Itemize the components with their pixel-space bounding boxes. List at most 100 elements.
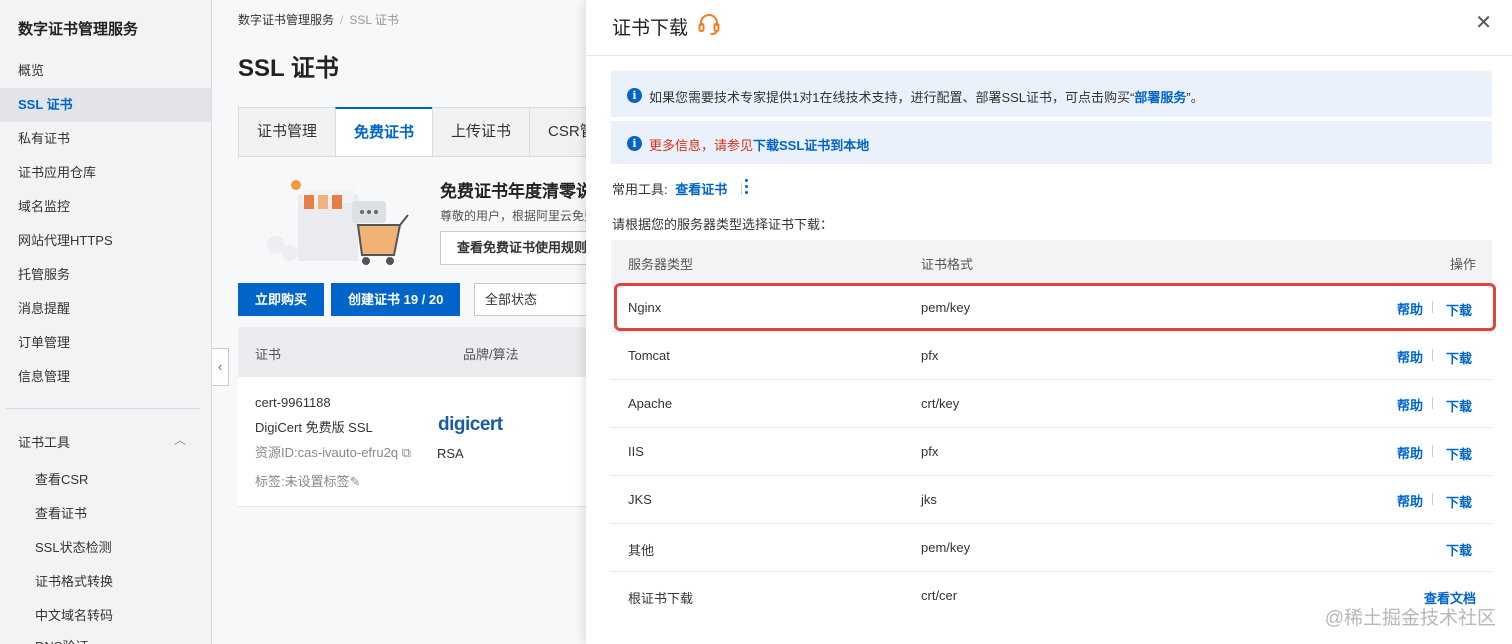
download-table-header: 服务器类型 证书格式 操作 (611, 240, 1492, 284)
download-link[interactable]: 下载 (1446, 492, 1472, 511)
promo-banner: 免费证书年度清零说明 尊敬的用户，根据阿里云免费 查看免费证书使用规则 (238, 167, 586, 267)
sidebar-group-tools[interactable]: 证书工具 ︿ (18, 432, 190, 451)
sidebar-item-private-cert[interactable]: 私有证书 (0, 122, 211, 156)
cert-name: cert-9961188 (255, 395, 331, 410)
create-cert-button[interactable]: 创建证书 19 / 20 (331, 283, 461, 316)
table-row: JKS jks 帮助 下载 (611, 476, 1492, 524)
cert-resource-id: 资源ID:cas-ivauto-efru2q ⧉ (255, 445, 411, 460)
drawer-title: 证书下载 (612, 18, 689, 39)
help-link[interactable]: 帮助 (1397, 443, 1423, 462)
promo-title: 免费证书年度清零说明 (440, 182, 586, 201)
sidebar-item-domain-monitor[interactable]: 域名监控 (0, 190, 211, 224)
cert-format: pfx (921, 444, 939, 459)
sidebar-item-ssl[interactable]: SSL 证书 (0, 88, 211, 122)
tab-upload-cert[interactable]: 上传证书 (432, 107, 530, 157)
sidebar-sub-format-convert[interactable]: 证书格式转换 (35, 571, 113, 590)
server-type: IIS (628, 444, 644, 459)
sidebar-item-https-proxy[interactable]: 网站代理HTTPS (0, 224, 211, 258)
table-row: IIS pfx 帮助 下载 (611, 428, 1492, 476)
view-free-cert-rules-button[interactable]: 查看免费证书使用规则 (440, 231, 586, 265)
col-server-type: 服务器类型 (628, 257, 694, 272)
sidebar-title: 数字证书管理服务 (18, 21, 139, 38)
chevron-up-icon[interactable]: ︿ (174, 431, 186, 448)
notice-deploy-service: i 如果您需要技术专家提供1对1在线技术支持，进行配置、部署SSL证书，可点击购… (611, 71, 1492, 117)
download-link[interactable]: 下载 (1446, 396, 1472, 415)
info-icon: i (627, 88, 642, 103)
cert-table-header: 证书 品牌/算法 (238, 327, 586, 377)
sidebar-sub-dns-verify[interactable]: DNS验证 (35, 636, 88, 644)
notice-more-info: i 更多信息，请参见下载SSL证书到本地 (611, 121, 1492, 164)
cert-format: pem/key (921, 540, 971, 555)
sidebar-item-orders[interactable]: 订单管理 (0, 326, 211, 360)
watermark: @稀土掘金技术社区 (1324, 608, 1496, 629)
sidebar: 数字证书管理服务 概览 SSL 证书 私有证书 证书应用仓库 域名监控 网站代理… (0, 0, 212, 644)
download-ssl-doc-link[interactable]: 下载SSL证书到本地 (753, 138, 869, 153)
page-title: SSL 证书 (238, 55, 339, 82)
chevron-left-icon: ‹ (217, 359, 223, 374)
col-action: 操作 (1450, 257, 1477, 272)
help-link[interactable]: 帮助 (1397, 347, 1423, 366)
help-link[interactable]: 帮助 (1397, 395, 1423, 414)
sidebar-group-label: 证书工具 (18, 435, 71, 450)
server-type: JKS (628, 492, 652, 507)
tab-free-cert[interactable]: 免费证书 (335, 107, 433, 157)
sidebar-item-cert-repo[interactable]: 证书应用仓库 (0, 156, 211, 190)
help-link[interactable]: 帮助 (1397, 491, 1423, 510)
breadcrumb-root[interactable]: 数字证书管理服务 (238, 13, 334, 27)
sidebar-sub-view-csr[interactable]: 查看CSR (35, 469, 88, 488)
cert-format: crt/key (921, 396, 960, 411)
table-row: cert-9961188 DigiCert 免费版 SSL 资源ID:cas-i… (238, 377, 586, 507)
status-select[interactable]: 全部状态 (474, 283, 586, 316)
breadcrumb: 数字证书管理服务 / SSL 证书 (238, 13, 399, 27)
sidebar-sub-punycode[interactable]: 中文域名转码 (35, 605, 113, 624)
shopping-illustration (267, 180, 409, 265)
drawer-header: 证书下载 ✕ (586, 0, 1512, 56)
collapse-sidebar-handle[interactable]: ‹ (212, 348, 229, 386)
deploy-service-link[interactable]: 部署服务 (1134, 90, 1186, 105)
sidebar-sub-ssl-check[interactable]: SSL状态检测 (35, 537, 112, 556)
col-cert-format: 证书格式 (921, 257, 974, 272)
table-row: Apache crt/key 帮助 下载 (611, 380, 1492, 428)
download-link[interactable]: 下载 (1446, 444, 1472, 463)
more-tools-icon[interactable] (742, 179, 750, 197)
table-row: Tomcat pfx 帮助 下载 (611, 332, 1492, 380)
sidebar-sub-view-cert[interactable]: 查看证书 (35, 503, 87, 522)
col-cert: 证书 (255, 347, 282, 362)
tab-bar: 证书管理 免费证书 上传证书 CSR管理 (238, 107, 586, 157)
download-link[interactable]: 下载 (1446, 348, 1472, 367)
cert-tag: 标签:未设置标签✎ (255, 474, 361, 489)
notice-text: 更多信息，请参见下载SSL证书到本地 (649, 138, 870, 153)
view-cert-tool-link[interactable]: 查看证书 (675, 182, 727, 197)
server-type: Apache (628, 396, 673, 411)
copy-icon[interactable]: ⧉ (402, 445, 411, 460)
cert-type: DigiCert 免费版 SSL (255, 420, 373, 435)
sidebar-item-overview[interactable]: 概览 (0, 54, 211, 88)
server-type: 其他 (628, 543, 655, 558)
close-icon[interactable]: ✕ (1475, 13, 1492, 33)
sidebar-divider (6, 408, 200, 409)
download-link[interactable]: 下载 (1446, 540, 1472, 559)
tools-label: 常用工具: (612, 182, 668, 197)
info-icon: i (627, 136, 642, 151)
edit-icon[interactable]: ✎ (350, 474, 361, 489)
server-type: 根证书下载 (628, 591, 694, 606)
table-row: 其他 pem/key 下载 (611, 524, 1492, 572)
cert-format: crt/cer (921, 588, 958, 603)
nginx-row-highlight (614, 283, 1496, 331)
main-content: 数字证书管理服务 / SSL 证书 SSL 证书 证书管理 免费证书 上传证书 CS… (212, 0, 586, 644)
breadcrumb-current: SSL 证书 (349, 13, 399, 27)
col-brand: 品牌/算法 (463, 347, 519, 362)
headset-icon[interactable] (697, 12, 721, 36)
sidebar-item-notifications[interactable]: 消息提醒 (0, 292, 211, 326)
digicert-logo: digicert (438, 414, 503, 435)
choose-server-text: 请根据您的服务器类型选择证书下载： (612, 217, 834, 232)
tab-csr[interactable]: CSR管理 (529, 107, 586, 157)
sidebar-item-info[interactable]: 信息管理 (0, 360, 211, 394)
cert-format: jks (921, 492, 937, 507)
server-type: Tomcat (628, 348, 670, 363)
tab-cert-manage[interactable]: 证书管理 (238, 107, 336, 157)
cert-algorithm: RSA (437, 446, 464, 461)
notice-text: 如果您需要技术专家提供1对1在线技术支持，进行配置、部署SSL证书，可点击购买“… (649, 90, 1204, 105)
buy-now-button[interactable]: 立即购买 (238, 283, 325, 316)
sidebar-item-hosting[interactable]: 托管服务 (0, 258, 211, 292)
